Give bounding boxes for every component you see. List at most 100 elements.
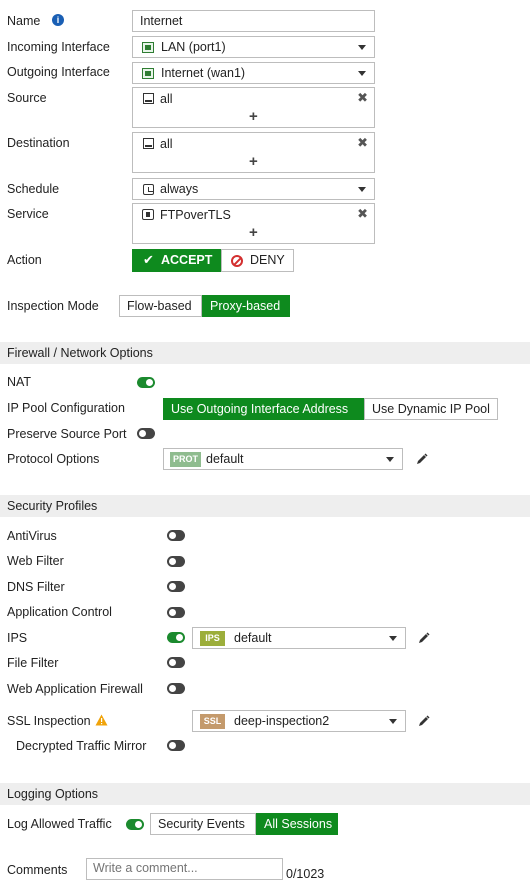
chevron-down-icon (358, 45, 366, 50)
firewall-section-title: Firewall / Network Options (7, 346, 153, 360)
dns-filter-toggle[interactable] (167, 581, 185, 592)
file-filter-toggle[interactable] (167, 657, 185, 668)
chevron-down-icon (389, 636, 397, 641)
deny-label: DENY (250, 253, 285, 267)
interface-icon (142, 42, 154, 53)
flow-based-button[interactable]: Flow-based (119, 295, 202, 317)
service-icon (142, 209, 154, 220)
accept-label: ACCEPT (161, 253, 213, 267)
name-label: Name (7, 14, 41, 28)
clock-icon (143, 184, 154, 195)
use-dynamic-ip-pool-button[interactable]: Use Dynamic IP Pool (364, 398, 498, 420)
ips-tag: IPS (200, 631, 225, 646)
web-filter-toggle[interactable] (167, 556, 185, 567)
address-icon (143, 93, 154, 104)
ip-pool-label: IP Pool Configuration (7, 401, 125, 415)
edit-protocol-pencil-icon[interactable] (416, 453, 428, 465)
edit-ssl-pencil-icon[interactable] (418, 715, 430, 727)
add-destination-button[interactable]: + (249, 154, 258, 169)
ips-profile-value: default (234, 631, 272, 645)
inspection-mode-label: Inspection Mode (7, 299, 99, 313)
name-input[interactable]: Internet (132, 10, 375, 32)
dns-filter-label: DNS Filter (7, 580, 65, 594)
ssl-inspection-label: SSL Inspection (7, 714, 91, 728)
outgoing-interface-select[interactable]: Internet (wan1) (132, 62, 375, 84)
protocol-tag: PROT (170, 452, 201, 467)
outgoing-interface-label: Outgoing Interface (7, 65, 110, 79)
ips-label: IPS (7, 631, 28, 645)
web-filter-label: Web Filter (7, 554, 64, 568)
application-control-toggle[interactable] (167, 607, 185, 618)
destination-label: Destination (7, 136, 70, 150)
file-filter-label: File Filter (7, 656, 59, 670)
destination-value: all (160, 137, 173, 151)
protocol-options-label: Protocol Options (7, 452, 100, 466)
incoming-interface-label: Incoming Interface (7, 40, 110, 54)
firewall-section-header: Firewall / Network Options (0, 342, 530, 364)
chevron-down-icon (386, 457, 394, 462)
preserve-source-port-label: Preserve Source Port (7, 427, 127, 441)
security-section-header: Security Profiles (0, 495, 530, 517)
application-control-label: Application Control (7, 605, 112, 619)
use-outgoing-interface-button[interactable]: Use Outgoing Interface Address (163, 398, 364, 420)
service-field[interactable]: FTPoverTLS ✖ + (132, 203, 375, 244)
source-field[interactable]: all ✖ + (132, 87, 375, 128)
source-label: Source (7, 91, 47, 105)
ips-toggle[interactable] (167, 632, 185, 643)
edit-ips-pencil-icon[interactable] (418, 632, 430, 644)
deny-button[interactable]: DENY (221, 249, 294, 272)
decrypted-traffic-mirror-label: Decrypted Traffic Mirror (16, 739, 147, 753)
security-section-title: Security Profiles (7, 499, 98, 513)
outgoing-interface-value: Internet (wan1) (161, 66, 246, 80)
action-label: Action (7, 253, 42, 267)
ssl-profile-value: deep-inspection2 (234, 714, 330, 728)
antivirus-label: AntiVirus (7, 529, 57, 543)
protocol-options-select[interactable]: PROT default (163, 448, 403, 470)
ssl-tag: SSL (200, 714, 225, 729)
schedule-label: Schedule (7, 182, 60, 196)
check-icon: ✔ (143, 252, 154, 267)
service-label: Service (7, 207, 49, 221)
schedule-select[interactable]: always (132, 178, 375, 200)
schedule-value: always (160, 182, 199, 196)
preserve-source-port-toggle[interactable] (137, 428, 155, 439)
waf-toggle[interactable] (167, 683, 185, 694)
log-allowed-traffic-label: Log Allowed Traffic (7, 817, 112, 831)
info-icon: i (52, 14, 64, 26)
chevron-down-icon (358, 71, 366, 76)
log-allowed-traffic-toggle[interactable] (126, 819, 144, 830)
nat-toggle[interactable] (137, 377, 155, 388)
ips-profile-select[interactable]: IPS default (192, 627, 406, 649)
remove-source-button[interactable]: ✖ (357, 91, 368, 104)
comments-textarea[interactable] (86, 858, 283, 880)
ssl-profile-select[interactable]: SSL deep-inspection2 (192, 710, 406, 732)
interface-icon (142, 68, 154, 79)
comment-counter: 0/1023 (286, 867, 325, 881)
chevron-down-icon (389, 719, 397, 724)
remove-service-button[interactable]: ✖ (357, 207, 368, 220)
incoming-interface-select[interactable]: LAN (port1) (132, 36, 375, 58)
logging-section-title: Logging Options (7, 787, 99, 801)
proxy-based-button[interactable]: Proxy-based (202, 295, 290, 317)
name-input-value: Internet (140, 14, 183, 28)
service-value: FTPoverTLS (160, 208, 231, 222)
security-events-button[interactable]: Security Events (150, 813, 256, 835)
all-sessions-button[interactable]: All Sessions (256, 813, 338, 835)
source-value: all (160, 92, 173, 106)
logging-section-header: Logging Options (0, 783, 530, 805)
address-icon (143, 138, 154, 149)
add-source-button[interactable]: + (249, 109, 258, 124)
add-service-button[interactable]: + (249, 225, 258, 240)
protocol-options-value: default (206, 452, 244, 466)
accept-button[interactable]: ✔ ACCEPT (132, 249, 221, 272)
waf-label: Web Application Firewall (7, 682, 143, 696)
destination-field[interactable]: all ✖ + (132, 132, 375, 173)
decrypted-traffic-mirror-toggle[interactable] (167, 740, 185, 751)
remove-destination-button[interactable]: ✖ (357, 136, 368, 149)
antivirus-toggle[interactable] (167, 530, 185, 541)
chevron-down-icon (358, 187, 366, 192)
nat-label: NAT (7, 375, 32, 389)
comments-label: Comments (7, 863, 68, 877)
warning-icon (95, 714, 108, 726)
incoming-interface-value: LAN (port1) (161, 40, 226, 54)
